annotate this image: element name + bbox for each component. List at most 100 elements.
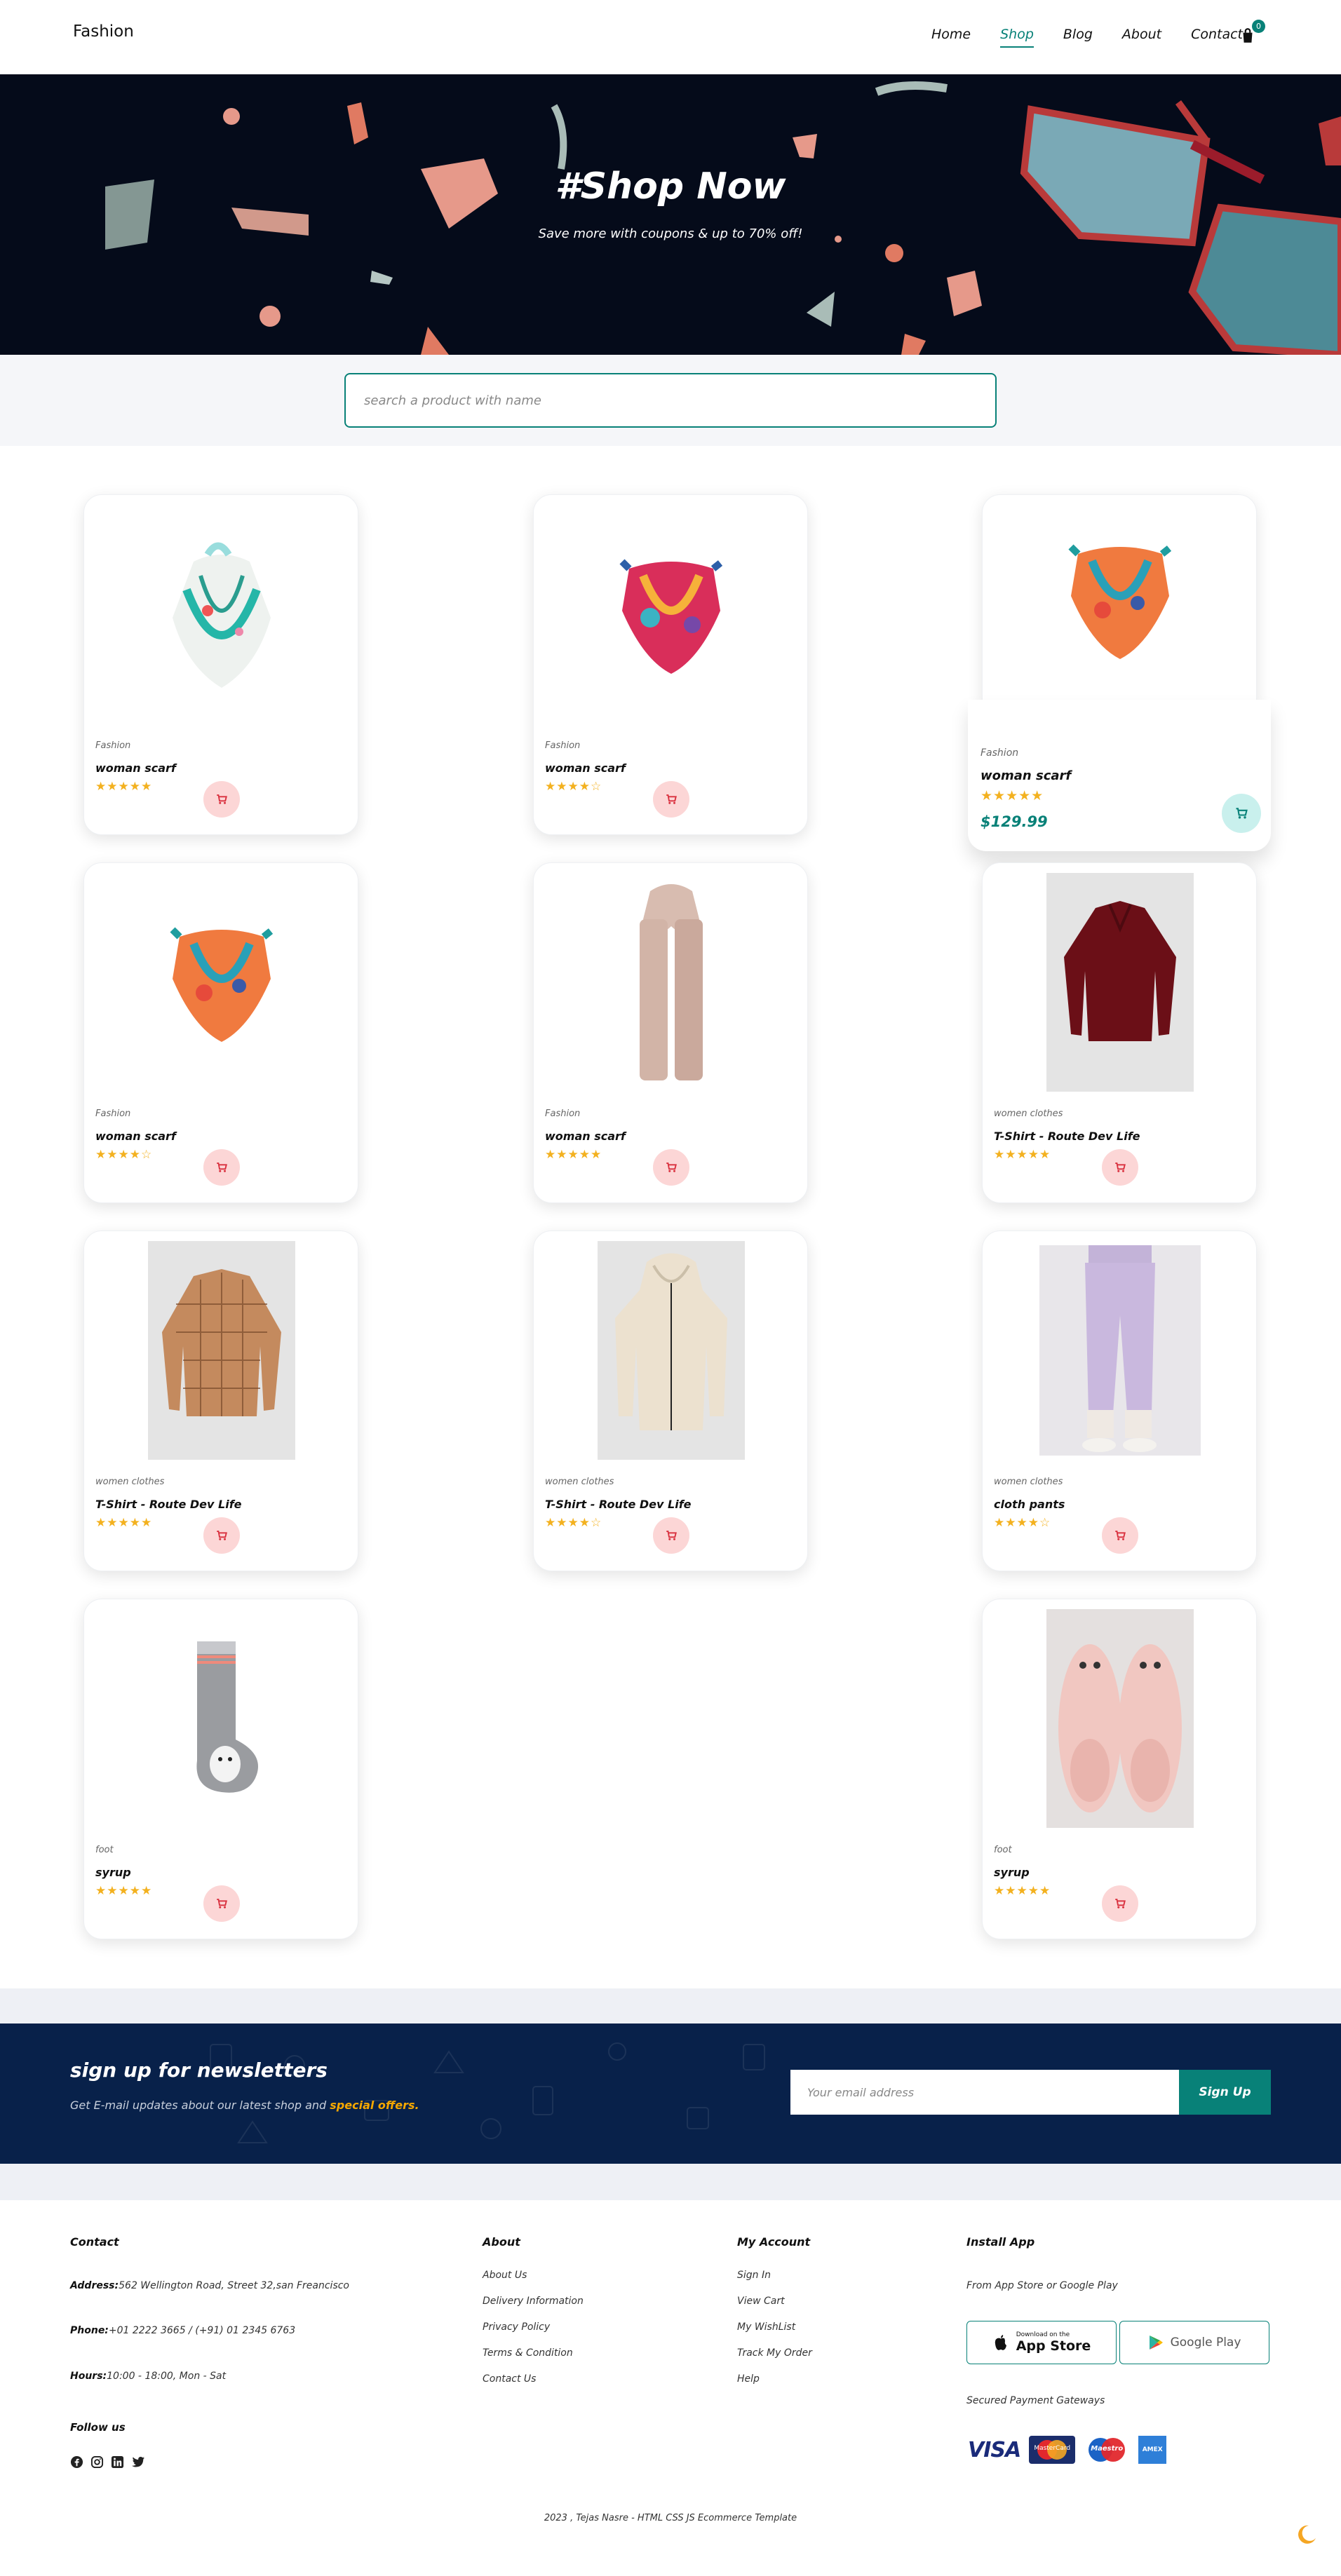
product-card[interactable]: Fashion woman scarf ★★★★★ bbox=[533, 862, 808, 1203]
product-card-hovered[interactable] bbox=[982, 494, 1257, 705]
app-store-button[interactable]: Download on the App Store bbox=[966, 2321, 1117, 2364]
footer-about-title: About bbox=[483, 2235, 520, 2249]
product-rating: ★★★★★ bbox=[545, 1148, 602, 1162]
nav-blog[interactable]: Blog bbox=[1063, 27, 1093, 42]
add-to-cart-button[interactable] bbox=[1102, 1885, 1138, 1922]
nav-shop[interactable]: Shop bbox=[1000, 27, 1034, 48]
footer-phone: Phone:+01 2222 3665 / (+91) 01 2345 6763 bbox=[70, 2325, 295, 2336]
main-menu: Home Shop Blog About Contact bbox=[931, 27, 1243, 48]
product-card[interactable]: Fashion woman scarf ★★★★★ bbox=[83, 494, 358, 835]
cart-icon bbox=[217, 1162, 227, 1172]
logo-text: Fashion bbox=[73, 22, 134, 41]
cart-icon bbox=[217, 794, 227, 804]
add-to-cart-button[interactable] bbox=[653, 1517, 689, 1554]
footer-link-sign-in[interactable]: Sign In bbox=[737, 2270, 771, 2281]
linkedin-icon[interactable] bbox=[111, 2455, 124, 2469]
add-to-cart-button[interactable] bbox=[203, 781, 240, 818]
newsletter-section: sign up for newsletters Get E-mail updat… bbox=[0, 2023, 1341, 2164]
footer-link-terms[interactable]: Terms & Condition bbox=[483, 2347, 573, 2359]
hero-title: #Shop Now bbox=[555, 165, 786, 208]
product-card[interactable]: Fashion woman scarf ★★★★☆ bbox=[83, 862, 358, 1203]
product-image bbox=[992, 873, 1248, 1092]
footer-link-view-cart[interactable]: View Cart bbox=[737, 2296, 785, 2307]
google-play-label: Google Play bbox=[1170, 2336, 1241, 2350]
product-name: woman scarf bbox=[95, 761, 176, 775]
signup-button[interactable]: Sign Up bbox=[1179, 2070, 1271, 2115]
cart-icon bbox=[1115, 1531, 1126, 1540]
moon-icon[interactable] bbox=[1295, 2523, 1319, 2547]
newsletter-email-input[interactable] bbox=[790, 2070, 1179, 2115]
section-divider bbox=[0, 1988, 1341, 2023]
cart-icon bbox=[217, 1531, 227, 1540]
product-rating: ★★★★☆ bbox=[95, 1148, 153, 1162]
product-category: women clothes bbox=[994, 1477, 1063, 1487]
cart-icon bbox=[666, 794, 677, 804]
footer-link-wishlist[interactable]: My WishList bbox=[737, 2321, 795, 2333]
product-rating: ★★★★★ bbox=[95, 1884, 153, 1898]
phone-label: Phone: bbox=[70, 2325, 109, 2336]
footer-contact-title: Contact bbox=[70, 2235, 119, 2249]
logo[interactable]: Fashion bbox=[69, 20, 134, 55]
product-search-input[interactable] bbox=[344, 373, 997, 428]
add-to-cart-button[interactable] bbox=[203, 1517, 240, 1554]
cart-count-badge: 0 bbox=[1252, 20, 1265, 33]
add-to-cart-button[interactable] bbox=[1222, 794, 1261, 833]
hero-decoration bbox=[105, 81, 1341, 355]
newsletter-text-main: Get E-mail updates about our latest shop… bbox=[70, 2099, 327, 2112]
mastercard-logo: MasterCard bbox=[1029, 2436, 1076, 2464]
add-to-cart-button[interactable] bbox=[653, 1149, 689, 1186]
google-play-button[interactable]: Google Play bbox=[1119, 2321, 1269, 2364]
footer-link-delivery[interactable]: Delivery Information bbox=[483, 2296, 584, 2307]
footer-link-privacy[interactable]: Privacy Policy bbox=[483, 2321, 550, 2333]
instagram-icon[interactable] bbox=[90, 2455, 104, 2469]
nav-home[interactable]: Home bbox=[931, 27, 971, 42]
navbar: Fashion Home Shop Blog About Contact 0 bbox=[0, 0, 1341, 74]
footer-link-about-us[interactable]: About Us bbox=[483, 2270, 527, 2281]
product-name: woman scarf bbox=[545, 761, 626, 775]
product-name: woman scarf bbox=[95, 1130, 176, 1143]
product-category: Fashion bbox=[545, 1109, 581, 1119]
follow-us-title: Follow us bbox=[70, 2421, 126, 2434]
hours-value: 10:00 - 18:00, Mon - Sat bbox=[107, 2371, 227, 2382]
hovered-card-details[interactable]: Fashion woman scarf ★★★★★ $129.99 bbox=[968, 700, 1271, 851]
product-card[interactable]: women clothes cloth pants ★★★★☆ bbox=[982, 1231, 1257, 1571]
app-store-label: App Store bbox=[1016, 2338, 1091, 2354]
product-name: T-Shirt - Route Dev Life bbox=[994, 1130, 1140, 1143]
product-card[interactable]: women clothes T-Shirt - Route Dev Life ★… bbox=[83, 1231, 358, 1571]
amex-logo: AMEX bbox=[1138, 2436, 1167, 2464]
app-store-small: Download on the bbox=[1016, 2331, 1070, 2338]
product-rating: ★★★★★ bbox=[994, 1884, 1051, 1898]
add-to-cart-button[interactable] bbox=[653, 781, 689, 818]
add-to-cart-button[interactable] bbox=[203, 1885, 240, 1922]
nav-about[interactable]: About bbox=[1122, 27, 1161, 42]
hero-subtitle: Save more with coupons & up to 70% off! bbox=[538, 226, 803, 241]
add-to-cart-button[interactable] bbox=[1102, 1149, 1138, 1186]
product-card[interactable]: foot syrup ★★★★★ bbox=[83, 1599, 358, 1939]
facebook-icon[interactable] bbox=[70, 2455, 83, 2469]
footer-link-track-order[interactable]: Track My Order bbox=[737, 2347, 812, 2359]
twitter-icon[interactable] bbox=[131, 2455, 145, 2469]
product-name: syrup bbox=[95, 1866, 131, 1879]
product-card[interactable]: women clothes T-Shirt - Route Dev Life ★… bbox=[533, 1231, 808, 1571]
newsletter-highlight: special offers. bbox=[330, 2099, 419, 2112]
address-label: Address: bbox=[70, 2280, 119, 2291]
product-card[interactable]: Fashion woman scarf ★★★★☆ bbox=[533, 494, 808, 835]
product-category: Fashion bbox=[95, 1109, 131, 1119]
footer-link-contact[interactable]: Contact Us bbox=[483, 2373, 536, 2385]
footer-link-help[interactable]: Help bbox=[737, 2373, 760, 2385]
payment-logos: VISA MasterCard Maestro AMEX bbox=[968, 2436, 1167, 2464]
maestro-label: Maestro bbox=[1091, 2445, 1124, 2453]
add-to-cart-button[interactable] bbox=[203, 1149, 240, 1186]
cart-icon bbox=[1115, 1899, 1126, 1909]
product-category: women clothes bbox=[95, 1477, 165, 1487]
mastercard-label: MasterCard bbox=[1034, 2445, 1071, 2452]
product-card[interactable]: women clothes T-Shirt - Route Dev Life ★… bbox=[982, 862, 1257, 1203]
google-play-icon bbox=[1149, 2336, 1163, 2350]
product-rating: ★★★★★ bbox=[95, 1516, 153, 1530]
app-store-labels: Download on the App Store bbox=[1016, 2331, 1091, 2354]
social-links bbox=[70, 2455, 145, 2469]
add-to-cart-button[interactable] bbox=[1102, 1517, 1138, 1554]
nav-contact[interactable]: Contact bbox=[1191, 27, 1243, 42]
product-card[interactable]: foot syrup ★★★★★ bbox=[982, 1599, 1257, 1939]
product-name: woman scarf bbox=[545, 1130, 626, 1143]
